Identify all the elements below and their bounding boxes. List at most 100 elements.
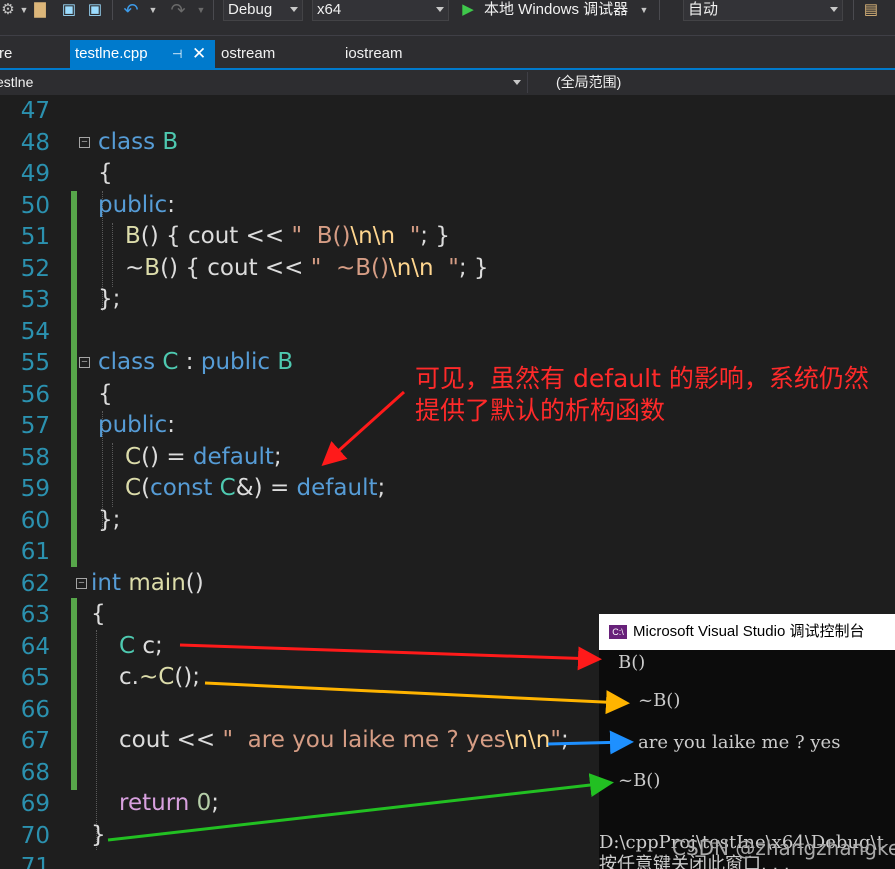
type-name: C	[162, 349, 179, 375]
line-number: 62	[20, 570, 50, 597]
code-line-50: public:	[98, 190, 175, 221]
close-icon[interactable]: ✕	[192, 40, 206, 68]
global-scope-select[interactable]: (全局范围)	[556, 72, 892, 93]
platform-value: x64	[317, 1, 342, 18]
save-all-icon[interactable]: ▣	[87, 2, 103, 18]
chevron-down-icon	[290, 7, 298, 12]
chevron-down-icon	[436, 7, 444, 12]
find-icon[interactable]: ▤	[863, 2, 879, 18]
code-line-48: class B	[98, 127, 178, 158]
number: 0	[196, 790, 212, 816]
save-icon[interactable]: ▣	[61, 2, 77, 18]
code-line-57: public:	[98, 410, 175, 441]
string: " are you laike me ? yes	[222, 727, 506, 753]
run-debugger-button[interactable]: 本地 Windows 调试器	[484, 0, 628, 22]
keyword: public	[98, 412, 168, 438]
code-line-51: B() { cout << " B()\n\n "; }	[125, 221, 450, 252]
configuration-select[interactable]: Debug	[223, 0, 303, 21]
tab-label: iostream	[345, 45, 403, 62]
punctuation: ()	[140, 223, 159, 249]
tab-testlne-cpp[interactable]: testlne.cpp ⊣ ✕	[70, 40, 215, 68]
collapse-icon[interactable]: −	[79, 357, 90, 368]
tab-iostream[interactable]: iostream	[340, 40, 460, 68]
chevron-down-icon[interactable]: ▼	[145, 2, 161, 18]
string: "	[291, 223, 317, 249]
code-line-53: };	[98, 284, 120, 315]
line-number: 61	[20, 539, 50, 565]
line-number: 53	[20, 287, 50, 313]
console-title: Microsoft Visual Studio 调试控制台	[633, 623, 865, 640]
code-line-63: {	[91, 599, 106, 630]
code-line-60: };	[98, 505, 120, 536]
string: "	[310, 255, 336, 281]
debug-console-window[interactable]: C:\ Microsoft Visual Studio 调试控制台 B() ~B…	[599, 614, 895, 869]
keyword: public	[98, 192, 168, 218]
chevron-down-icon[interactable]: ▼	[193, 2, 209, 18]
string: "	[550, 727, 561, 753]
punctuation: :	[167, 192, 175, 218]
solution-icon[interactable]: ⚙	[0, 2, 16, 18]
collapse-icon[interactable]: −	[79, 137, 90, 148]
console-output-line: ~B()	[618, 770, 661, 791]
line-number: 59	[20, 476, 50, 502]
annotation-line-1: 可见，虽然有 default 的影响，系统仍然	[415, 364, 869, 393]
punctuation: ;	[273, 444, 282, 470]
indent-guide	[112, 223, 113, 287]
identifier: c	[142, 633, 156, 659]
redo-icon[interactable]: ↷	[170, 1, 186, 19]
escape-sequence: \n\n	[388, 255, 434, 281]
function-name: B	[125, 223, 141, 249]
chevron-down-icon[interactable]: ▼	[16, 2, 32, 18]
tab-label: testlne.cpp	[75, 45, 148, 62]
code-line-65: c.~C();	[119, 662, 200, 693]
open-folder-icon[interactable]: ▇	[32, 2, 48, 18]
navigation-bar: estlne (全局范围)	[0, 68, 895, 95]
collapse-icon[interactable]: −	[76, 578, 87, 589]
operator: ~	[125, 255, 145, 281]
chevron-down-icon	[830, 7, 838, 12]
keyword: class	[98, 129, 156, 155]
identifier: c	[119, 664, 132, 690]
code-line-70: }	[91, 820, 106, 851]
type-name: B	[277, 349, 294, 375]
chevron-down-icon[interactable]: ▼	[636, 2, 652, 18]
line-number: 48	[20, 129, 50, 156]
global-scope-value: (全局范围)	[556, 74, 622, 90]
line-number: 56	[20, 381, 50, 408]
toolbar-divider	[853, 0, 854, 20]
punctuation: (	[141, 475, 151, 501]
type-name: C	[119, 633, 136, 659]
auto-select[interactable]: 自动	[683, 0, 843, 21]
punctuation: :	[178, 349, 201, 375]
platform-select[interactable]: x64	[312, 0, 449, 21]
punctuation: ;	[560, 727, 569, 753]
line-number: 57	[20, 413, 50, 439]
toolbar-divider	[213, 0, 214, 20]
tab-truncated[interactable]: re	[0, 40, 64, 68]
tab-ostream[interactable]: ostream	[216, 40, 336, 68]
line-number: 58	[20, 444, 50, 471]
code-line-58: C() = default;	[125, 442, 282, 473]
pin-icon[interactable]: ⊣	[172, 40, 182, 68]
code-line-62: int main()	[91, 568, 204, 599]
console-title-bar[interactable]: C:\ Microsoft Visual Studio 调试控制台	[599, 614, 895, 650]
punctuation: ;	[211, 790, 220, 816]
line-number: 51	[20, 224, 50, 250]
run-icon[interactable]: ▶	[460, 2, 476, 18]
indent-guide	[96, 630, 97, 850]
code-line-64: C c;	[119, 631, 163, 662]
configuration-value: Debug	[228, 1, 273, 18]
keyword: const	[150, 475, 213, 501]
punctuation: ;	[377, 475, 386, 501]
operator: <<	[169, 727, 223, 753]
punctuation: .	[131, 664, 139, 690]
line-number: 52	[20, 255, 50, 282]
punctuation: {	[98, 381, 113, 407]
keyword: public	[200, 349, 271, 375]
undo-icon[interactable]: ↶	[123, 1, 139, 19]
keyword: int	[91, 570, 121, 596]
punctuation: {	[178, 255, 208, 281]
console-output-line: B()	[618, 652, 646, 673]
project-scope-select[interactable]: estlne	[0, 72, 528, 93]
